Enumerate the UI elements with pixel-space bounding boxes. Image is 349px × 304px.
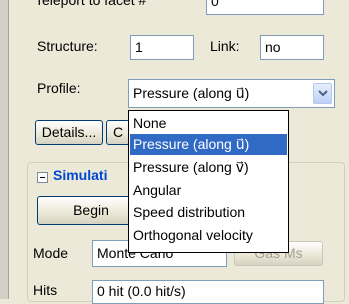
mode-label: Mode xyxy=(33,245,69,261)
profile-select-value: Pressure (along u⃗) xyxy=(133,85,250,101)
collapse-icon[interactable] xyxy=(37,172,48,183)
dropdown-option-pressure-u[interactable]: Pressure (along u⃗) xyxy=(130,134,287,155)
dropdown-option-none[interactable]: None xyxy=(130,113,287,134)
hits-field: 0 hit (0.0 hit/s) xyxy=(92,280,324,304)
profile-select[interactable]: Pressure (along u⃗) xyxy=(128,79,335,108)
chevron-down-icon[interactable] xyxy=(313,83,332,104)
panel-left-edge xyxy=(0,0,9,299)
dropdown-option-pressure-v[interactable]: Pressure (along v⃗) xyxy=(130,157,287,178)
teleport-field[interactable]: 0 xyxy=(206,0,324,15)
teleport-label: Teleport to facet # xyxy=(35,0,147,8)
structure-label: Structure: xyxy=(37,38,98,54)
simulation-group-title: Simulati xyxy=(50,167,111,183)
dropdown-option-speed-distribution[interactable]: Speed distribution xyxy=(130,202,287,223)
dropdown-option-angular[interactable]: Angular xyxy=(130,180,287,201)
link-label: Link: xyxy=(210,38,240,54)
secondary-button[interactable]: C xyxy=(106,120,130,145)
details-button[interactable]: Details... xyxy=(35,120,103,145)
hits-label: Hits xyxy=(33,282,58,298)
profile-dropdown-list: None Pressure (along u⃗) Pressure (along… xyxy=(128,110,289,253)
link-field[interactable]: no xyxy=(260,35,324,60)
profile-label: Profile: xyxy=(37,80,81,96)
structure-field[interactable]: 1 xyxy=(130,35,194,60)
dropdown-option-orthogonal-velocity[interactable]: Orthogonal velocity xyxy=(130,225,287,246)
